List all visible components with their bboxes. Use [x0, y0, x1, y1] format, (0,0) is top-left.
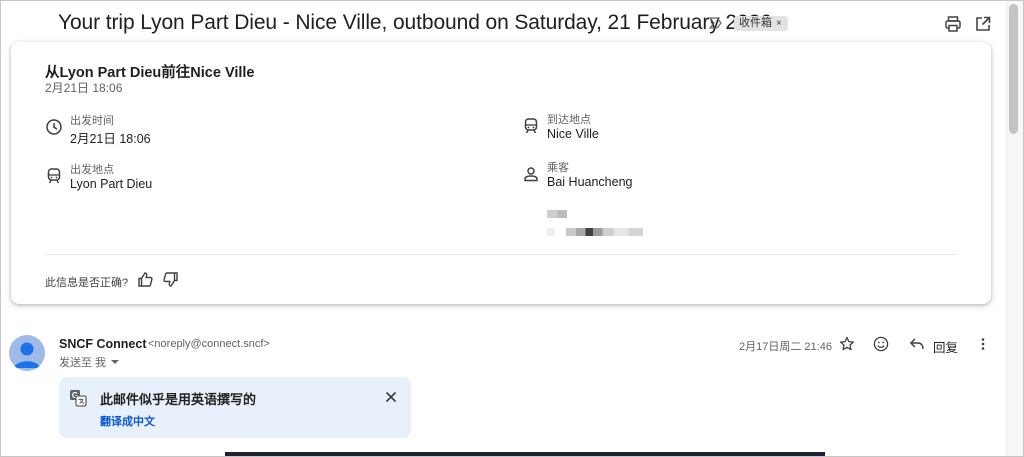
passenger-value: Bai Huancheng [547, 175, 633, 189]
inbox-label-text: 收件箱 [739, 17, 772, 29]
departure-place-value: Lyon Part Dieu [70, 177, 153, 191]
print-icon[interactable] [944, 15, 962, 33]
translate-banner: G 此邮件似乎是用英语撰写的 翻译成中文 [59, 377, 411, 438]
redacted-block [547, 210, 567, 218]
person-icon [524, 167, 538, 182]
departure-place-label: 出发地点 [70, 164, 114, 176]
translate-icon: G [70, 390, 87, 407]
gmail-message-view: Your trip Lyon Part Dieu - Nice Ville, o… [0, 0, 1024, 457]
reply-icon[interactable] [909, 336, 925, 352]
feedback-question: 此信息是否正确? [45, 277, 129, 289]
clock-icon [46, 119, 62, 135]
recipients-toggle[interactable]: 发送至 我 [59, 354, 120, 370]
thumb-down-icon[interactable] [162, 271, 179, 288]
passenger-label: 乘客 [547, 162, 569, 174]
star-icon[interactable] [839, 336, 855, 352]
scrollbar-thumb[interactable] [1009, 4, 1018, 134]
default-avatar-icon [14, 342, 40, 368]
thumb-up-icon[interactable] [137, 271, 154, 288]
card-divider [45, 254, 957, 255]
email-body-image-edge [225, 452, 825, 456]
message-date: 2月17日周二 21:46 [739, 341, 832, 353]
trip-summary-card: 从Lyon Part Dieu前往Nice Ville 2月21日 18:06 … [11, 42, 991, 304]
arrival-place-value: Nice Ville [547, 127, 599, 141]
importance-marker-icon[interactable] [709, 17, 723, 29]
email-subject: Your trip Lyon Part Dieu - Nice Ville, o… [58, 11, 772, 34]
train-icon [524, 118, 538, 134]
open-in-new-window-icon[interactable] [974, 15, 992, 33]
arrival-place-label: 到达地点 [547, 114, 591, 126]
chevron-down-icon [111, 360, 120, 364]
recipients-text: 发送至 我 [59, 357, 107, 369]
remove-label-icon[interactable]: × [776, 18, 782, 29]
sender-avatar[interactable] [9, 335, 45, 371]
translate-to-chinese-link[interactable]: 翻译成中文 [100, 413, 155, 429]
train-icon [47, 168, 61, 184]
inbox-label-chip[interactable]: 收件箱 × [734, 16, 788, 31]
close-icon[interactable] [384, 390, 398, 404]
translate-banner-title: 此邮件似乎是用英语撰写的 [100, 392, 257, 407]
redacted-block [547, 228, 643, 236]
sender-name[interactable]: SNCF Connect [59, 337, 147, 351]
trip-summary-subtitle: 2月21日 18:06 [45, 81, 123, 95]
departure-time-value: 2月21日 18:06 [70, 132, 151, 146]
sender-email: <noreply@connect.sncf> [148, 338, 270, 350]
emoji-reaction-icon[interactable] [873, 336, 889, 352]
more-vert-icon[interactable] [975, 336, 991, 352]
reply-button[interactable]: 回复 [933, 337, 958, 356]
departure-time-label: 出发时间 [70, 115, 114, 127]
